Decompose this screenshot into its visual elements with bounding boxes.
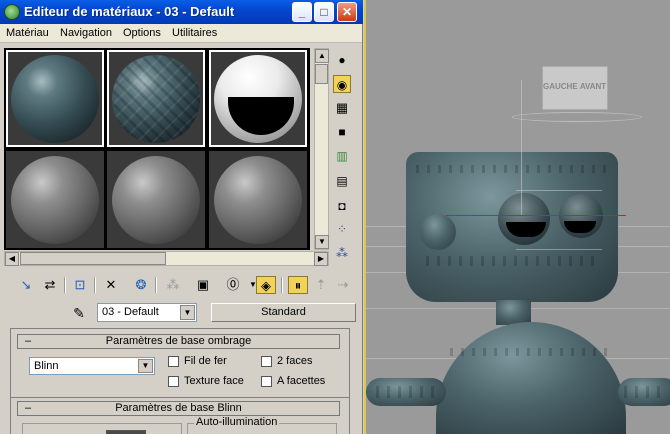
default-sphere [112,156,200,244]
put-to-library-icon[interactable]: ▣ [193,276,213,294]
maximize-button[interactable]: □ [314,2,334,22]
sample-slot-3[interactable] [209,50,307,147]
collapse-icon: – [25,402,32,414]
minimize-button[interactable]: _ [292,2,312,22]
sample-slot-2[interactable] [107,50,205,147]
viewcube[interactable]: GAUCHE AVANT [542,66,608,110]
scroll-thumb[interactable] [315,64,328,84]
make-unique-icon[interactable]: ⁂ [163,276,183,294]
eye-material-sphere [214,55,302,143]
show-map-in-viewport-icon[interactable]: ◈ [256,276,276,294]
faceted-checkbox[interactable] [261,376,272,387]
menu-utilitaires[interactable]: Utilitaires [172,27,217,39]
toolbar-separator [281,277,283,293]
shading-rollout-title: Paramètres de base ombrage [105,335,252,347]
shader-type-value: Blinn [34,360,59,372]
face-map-checkbox-label: Texture face [184,375,244,387]
assign-to-selection-icon[interactable]: ⊡ [70,276,90,294]
ambient-color-group [22,423,182,434]
scroll-up-icon[interactable]: ▲ [315,49,329,63]
material-type-button[interactable]: Standard [211,303,356,322]
default-sphere [214,156,302,244]
scroll-thumb[interactable] [20,252,166,265]
collapse-icon: – [25,335,32,347]
arm-texture [376,386,436,398]
slots-vertical-scrollbar[interactable]: ▲ ▼ [314,48,329,250]
transform-gizmo-axis [446,215,626,216]
chevron-down-icon[interactable]: ▼ [138,359,153,373]
material-id-channel-icon[interactable]: ⓪ [223,276,243,294]
make-preview-icon[interactable]: ▤ [333,172,351,190]
sample-slot-4[interactable] [6,151,104,248]
transform-gizmo-axis [521,80,522,215]
viewcube-left-face[interactable]: GAUCHE [543,82,578,91]
viewcube-ring [512,112,642,122]
two-sided-checkbox-label: 2 faces [277,355,313,367]
slots-horizontal-scrollbar[interactable]: ◀ ▶ [4,251,329,266]
menu-bar: Matériau Navigation Options Utilitaires [0,24,362,43]
self-illumination-label: Auto-illumination [194,416,280,428]
body-texture-band [450,348,610,356]
pick-material-eyedropper-icon[interactable]: ✎ [70,304,88,322]
robot-ear-left[interactable] [420,214,456,250]
faceted-checkbox-label: A facettes [277,375,326,387]
sample-slot-1[interactable] [6,50,104,147]
perspective-viewport[interactable]: GAUCHE AVANT [364,0,670,434]
scroll-right-icon[interactable]: ▶ [314,252,328,266]
menu-options[interactable]: Options [123,27,161,39]
viewcube-front-face[interactable]: AVANT [577,82,609,91]
shader-type-dropdown[interactable]: Blinn ▼ [29,357,155,375]
two-sided-checkbox[interactable] [261,356,272,367]
wire-checkbox[interactable] [168,356,179,367]
background-checker-icon[interactable]: ▦ [333,99,351,117]
make-copy-icon[interactable]: ❂ [131,276,151,294]
sample-slots-grid [4,48,310,250]
arm-texture [624,386,664,398]
material-sphere [11,55,99,143]
scroll-left-icon[interactable]: ◀ [5,252,19,266]
material-editor-window: Editeur de matériaux - 03 - Default _ □ … [0,0,363,434]
blinn-rollout-title: Paramètres de base Blinn [115,402,242,414]
sample-slot-5[interactable] [107,151,205,248]
robot-body[interactable] [436,322,626,434]
chevron-down-icon[interactable]: ▼ [180,305,195,320]
reset-map-icon[interactable]: ✕ [101,276,121,294]
backlight-icon[interactable]: ◉ [333,75,351,93]
material-name-value: 03 - Default [102,306,159,318]
show-end-result-icon[interactable]: ⏸ [288,276,308,294]
options-icon[interactable]: ◘ [333,197,351,215]
uv-tiling-icon[interactable]: ■ [333,123,351,141]
material-map-navigator-icon[interactable]: ⁂ [333,244,351,262]
go-forward-to-sibling-icon[interactable]: ⇢ [333,276,353,294]
ambient-color-swatch[interactable] [106,430,146,434]
blinn-rollout-header[interactable]: – Paramètres de base Blinn [17,401,340,416]
default-sphere [11,156,99,244]
select-by-material-icon[interactable]: ⁘ [333,220,351,238]
sample-slot-6[interactable] [209,151,307,248]
face-map-checkbox[interactable] [168,376,179,387]
material-sphere [112,55,200,143]
toolbar-separator [94,277,96,293]
menu-navigation[interactable]: Navigation [60,27,112,39]
get-material-icon[interactable]: ↘ [16,276,36,294]
toolbar-separator [64,277,66,293]
put-to-scene-icon[interactable]: ⇄ [40,276,60,294]
scroll-down-icon[interactable]: ▼ [315,235,329,249]
sample-type-icon[interactable]: ● [333,51,351,69]
go-to-parent-icon[interactable]: ⇡ [311,276,331,294]
title-bar[interactable]: Editeur de matériaux - 03 - Default _ □ … [0,0,363,24]
close-button[interactable]: ✕ [337,2,357,22]
window-title: Editeur de matériaux - 03 - Default [24,4,235,19]
head-texture-band [426,256,596,266]
menu-materiau[interactable]: Matériau [6,27,49,39]
selection-bracket [516,190,602,250]
shading-rollout-header[interactable]: – Paramètres de base ombrage [17,334,340,349]
app-icon [4,4,20,20]
video-color-check-icon[interactable]: ▥ [333,147,351,165]
material-name-dropdown[interactable]: 03 - Default ▼ [97,303,197,322]
wire-checkbox-label: Fil de fer [184,355,227,367]
head-texture-band [416,165,606,173]
toolbar-separator [155,277,157,293]
